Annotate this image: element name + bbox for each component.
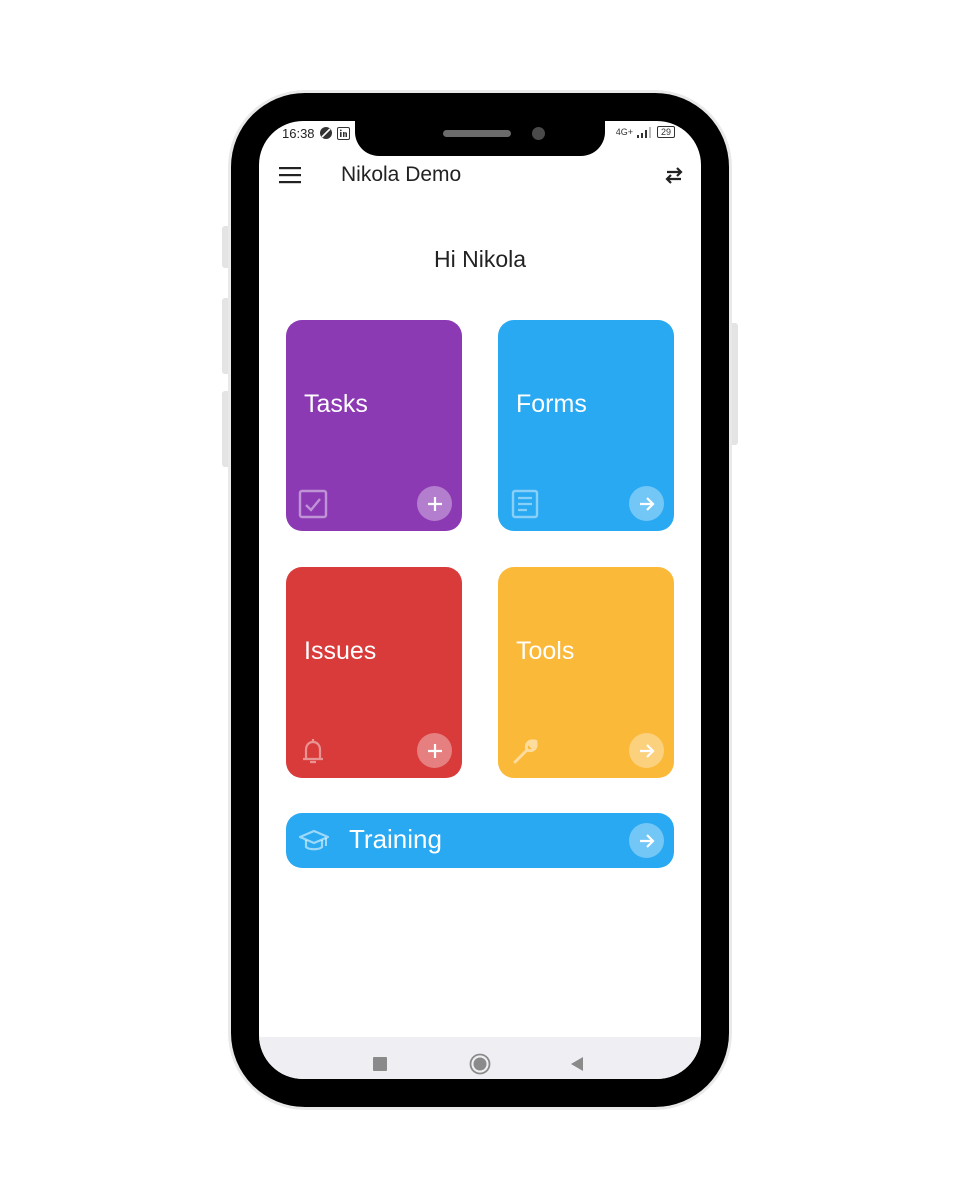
status-time: 16:38 — [282, 125, 315, 141]
forms-label: Forms — [516, 390, 587, 418]
add-icon — [427, 496, 442, 511]
speaker-grille — [443, 130, 511, 137]
document-icon — [511, 489, 539, 519]
add-icon — [427, 743, 442, 758]
back-button[interactable] — [569, 1055, 585, 1073]
greeting-text: Hi Nikola — [433, 246, 527, 272]
phone-side-button — [222, 226, 231, 268]
tasks-label: Tasks — [304, 390, 368, 418]
network-type: 4G+ — [615, 127, 633, 137]
volume-up-button — [222, 298, 231, 374]
training-label: Training — [349, 824, 442, 854]
volume-down-button — [222, 391, 231, 467]
issues-label: Issues — [304, 637, 377, 665]
app-title: Nikola Demo — [341, 163, 462, 186]
battery-level: 29 — [656, 126, 675, 138]
tasks-add-button[interactable] — [417, 486, 452, 521]
forms-open-button[interactable] — [629, 486, 664, 521]
front-camera — [532, 127, 545, 140]
tools-label: Tools — [516, 637, 575, 665]
graduation-cap-icon — [298, 829, 330, 851]
issues-tile[interactable]: Issues — [286, 567, 462, 778]
data-saver-icon — [319, 127, 332, 139]
phone-notch — [355, 114, 605, 156]
system-navigation-bar — [259, 1037, 701, 1079]
wrench-icon — [513, 739, 538, 764]
swap-arrows-icon[interactable] — [663, 164, 685, 186]
training-banner[interactable]: Training — [286, 813, 674, 868]
tools-open-button[interactable] — [629, 733, 664, 768]
checkbox-icon — [298, 489, 328, 519]
recent-apps-button[interactable] — [373, 1057, 387, 1071]
power-button — [729, 323, 738, 445]
issues-add-button[interactable] — [417, 733, 452, 768]
status-bar-right: 4G+ 29 — [616, 123, 675, 141]
phone-screen: 16:38 4G+ 29 Nikola Demo Hi Nikola Tasks… — [259, 121, 701, 1079]
bell-icon — [303, 739, 323, 764]
status-bar-left: 16:38 — [282, 125, 350, 141]
arrow-right-icon — [639, 743, 655, 758]
arrow-right-icon — [639, 833, 655, 848]
app-bar: Nikola Demo — [259, 161, 701, 191]
home-button[interactable] — [469, 1053, 491, 1075]
training-open-button[interactable] — [629, 823, 664, 858]
linkedin-notification-icon — [336, 126, 350, 140]
tools-tile[interactable]: Tools — [498, 567, 674, 778]
tasks-tile[interactable]: Tasks — [286, 320, 462, 531]
forms-tile[interactable]: Forms — [498, 320, 674, 531]
hamburger-menu-icon[interactable] — [279, 166, 301, 184]
arrow-right-icon — [639, 496, 655, 511]
signal-strength-icon — [636, 126, 651, 138]
